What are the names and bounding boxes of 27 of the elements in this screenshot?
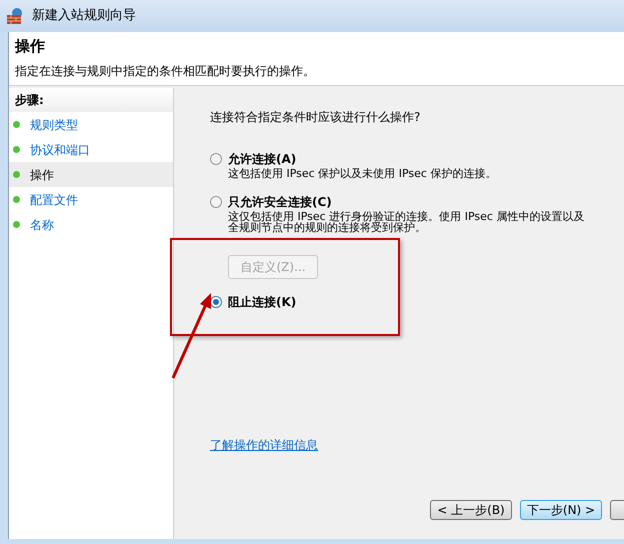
page-description: 指定在连接与规则中指定的条件相匹配时要执行的操作。 bbox=[15, 62, 316, 80]
option-label[interactable]: 阻止连接(K) bbox=[228, 293, 296, 311]
radio-button[interactable] bbox=[210, 196, 222, 208]
help-link[interactable]: 了解操作的详细信息 bbox=[210, 436, 318, 454]
next-button[interactable]: 下一步(N) > bbox=[520, 500, 602, 520]
bullet-icon bbox=[13, 171, 20, 178]
radio-button[interactable] bbox=[210, 153, 222, 165]
firewall-icon bbox=[6, 7, 24, 25]
step-item[interactable]: 名称 bbox=[9, 212, 173, 237]
question-text: 连接符合指定条件时应该进行什么操作? bbox=[210, 109, 422, 126]
step-item[interactable]: 规则类型 bbox=[9, 112, 173, 137]
radio-button[interactable] bbox=[210, 296, 222, 308]
option-label[interactable]: 允许连接(A) bbox=[228, 150, 296, 168]
option-description: 这包括使用 IPsec 保护以及未使用 IPsec 保护的连接。 bbox=[227, 168, 498, 179]
window-title: 新建入站规则向导 bbox=[32, 7, 136, 26]
option-description: 这仅包括使用 IPsec 进行身份验证的连接。使用 IPsec 属性中的设置以及 全规则节点中的规则的连接将受到保护。 bbox=[227, 211, 586, 233]
page-title: 操作 bbox=[15, 36, 46, 57]
bullet-icon bbox=[13, 121, 20, 128]
bullet-icon bbox=[13, 221, 20, 228]
step-item[interactable]: 配置文件 bbox=[9, 187, 173, 212]
option-label[interactable]: 只允许安全连接(C) bbox=[228, 193, 332, 211]
back-button[interactable]: < 上一步(B) bbox=[430, 500, 512, 520]
steps-heading: 步骤: bbox=[15, 92, 44, 109]
bullet-icon bbox=[13, 196, 20, 203]
step-item[interactable]: 操作 bbox=[9, 162, 173, 187]
step-item[interactable]: 协议和端口 bbox=[9, 137, 173, 162]
bullet-icon bbox=[13, 146, 20, 153]
